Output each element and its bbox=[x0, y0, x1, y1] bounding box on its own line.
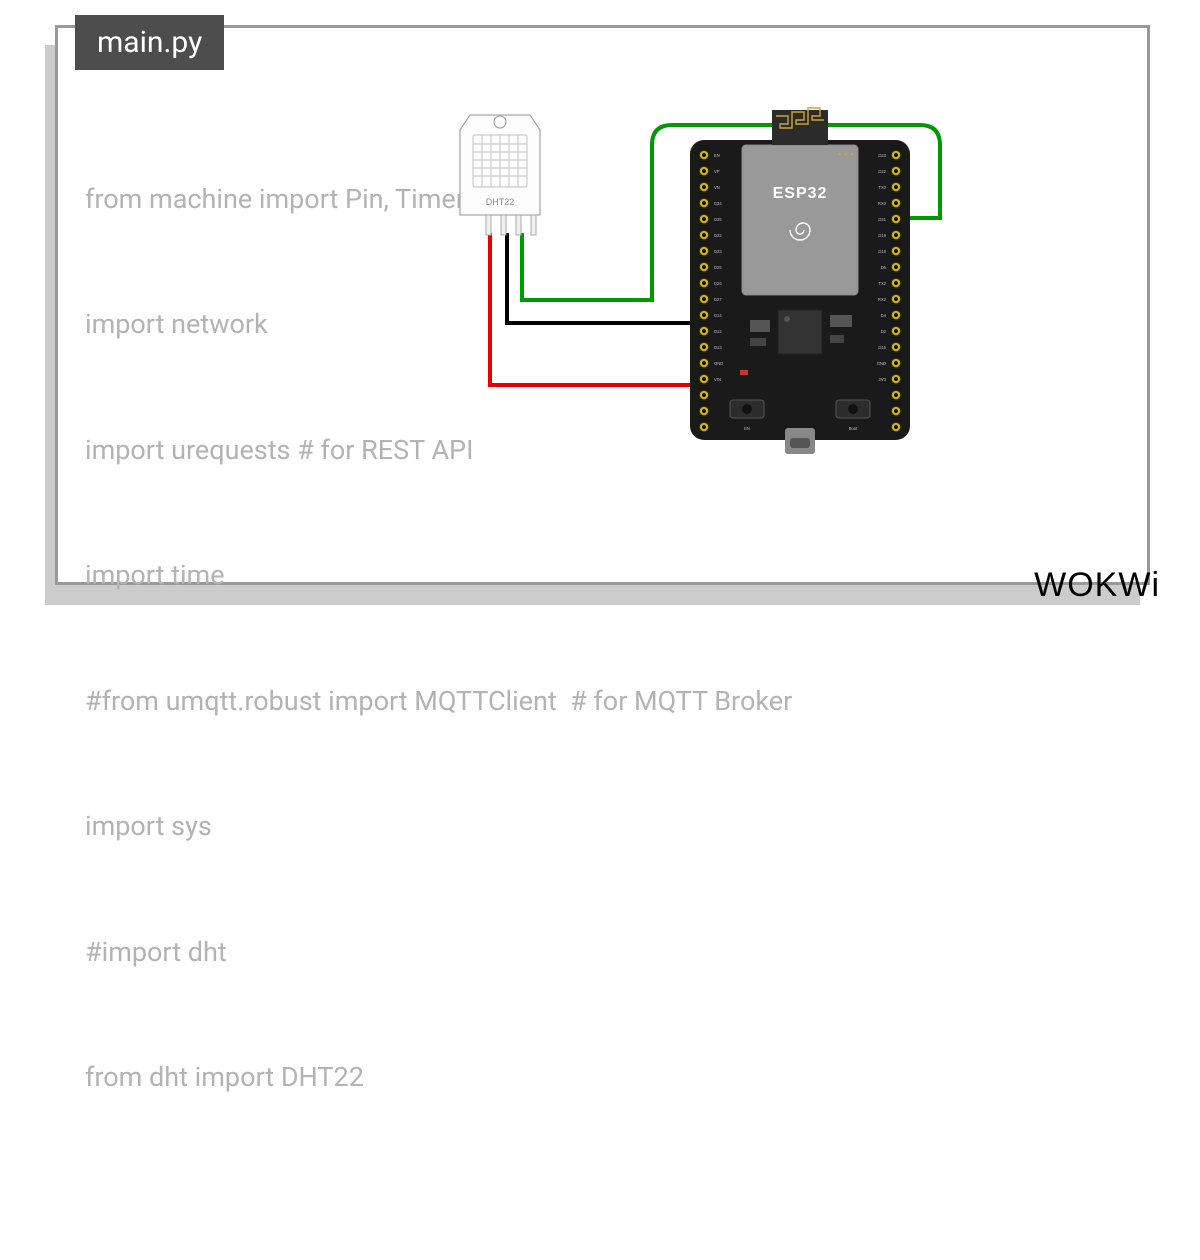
file-tab[interactable]: main.py bbox=[75, 15, 224, 70]
svg-text:D5: D5 bbox=[881, 265, 887, 270]
svg-text:D12: D12 bbox=[714, 329, 722, 334]
code-line: #from umqtt.robust import MQTTClient # f… bbox=[85, 681, 792, 723]
svg-text:D18: D18 bbox=[878, 249, 886, 254]
svg-text:D35: D35 bbox=[714, 217, 722, 222]
svg-text:VIN: VIN bbox=[714, 377, 721, 382]
svg-text:D15: D15 bbox=[878, 345, 886, 350]
esp32-label: ESP32 bbox=[773, 185, 828, 202]
code-line: import time bbox=[85, 555, 792, 597]
svg-text:Boot: Boot bbox=[849, 426, 858, 431]
usb-port-icon bbox=[785, 428, 815, 454]
svg-text:D22: D22 bbox=[878, 169, 886, 174]
svg-text:GND: GND bbox=[714, 361, 723, 366]
svg-text:RX0: RX0 bbox=[878, 201, 887, 206]
svg-text:TX2: TX2 bbox=[878, 281, 886, 286]
svg-text:D32: D32 bbox=[714, 233, 722, 238]
svg-text:D19: D19 bbox=[878, 233, 886, 238]
dht22-label: DHT22 bbox=[486, 197, 515, 207]
dht22-sensor[interactable]: DHT22 bbox=[460, 115, 540, 235]
svg-text:VP: VP bbox=[714, 169, 720, 174]
file-tab-label: main.py bbox=[97, 25, 202, 60]
svg-text:VN: VN bbox=[714, 185, 720, 190]
svg-text:D21: D21 bbox=[878, 217, 886, 222]
wire-ground bbox=[507, 233, 702, 323]
svg-text:D34: D34 bbox=[714, 201, 722, 206]
code-line: #import dht bbox=[85, 932, 792, 974]
svg-text:D33: D33 bbox=[714, 249, 722, 254]
svg-text:D26: D26 bbox=[714, 281, 722, 286]
code-line: from dht import DHT22 bbox=[85, 1057, 792, 1099]
svg-text:D27: D27 bbox=[714, 297, 722, 302]
svg-text:RX2: RX2 bbox=[878, 297, 887, 302]
svg-text:3V3: 3V3 bbox=[879, 377, 887, 382]
svg-text:GND: GND bbox=[877, 361, 886, 366]
svg-text:D25: D25 bbox=[714, 265, 722, 270]
svg-text:D14: D14 bbox=[714, 313, 722, 318]
power-led-icon bbox=[740, 370, 748, 375]
brand-logo: WOKWi bbox=[1034, 566, 1160, 605]
esp32-board[interactable]: ESP32 EN Boot ENVPVN D bbox=[690, 108, 910, 454]
svg-text:EN: EN bbox=[744, 426, 750, 431]
svg-text:D4: D4 bbox=[881, 313, 887, 318]
svg-text:D13: D13 bbox=[714, 345, 722, 350]
svg-text:EN: EN bbox=[714, 153, 720, 158]
code-line: import sys bbox=[85, 806, 792, 848]
svg-text:D2: D2 bbox=[881, 329, 887, 334]
circuit-diagram[interactable]: DHT22 bbox=[420, 105, 970, 505]
svg-text:TX0: TX0 bbox=[878, 185, 886, 190]
svg-text:D23: D23 bbox=[878, 153, 886, 158]
